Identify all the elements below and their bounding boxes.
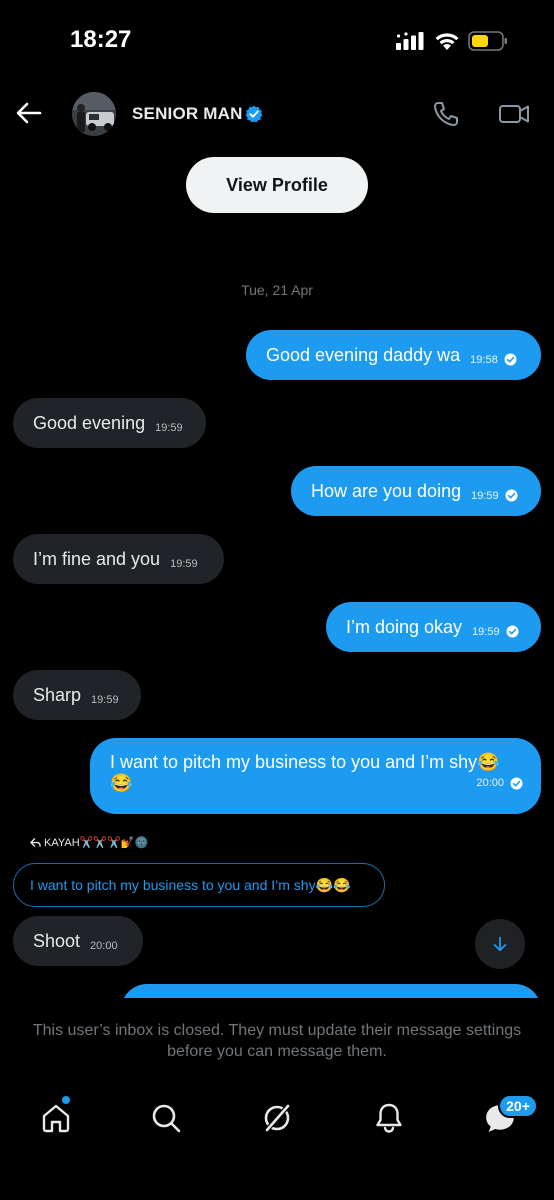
- avatar[interactable]: [72, 92, 116, 136]
- message-time: 20:00: [90, 940, 118, 952]
- bottom-navigation: 20+: [0, 1080, 554, 1200]
- message-bubble-incoming[interactable]: Good evening 19:59: [13, 398, 206, 448]
- conversation-header: SENIOR MAN: [0, 80, 554, 150]
- seen-check-icon: [506, 625, 519, 638]
- reply-author: KAYAH✂️✂️✂️💅🌚: [44, 837, 149, 849]
- message-text: Good evening: [33, 412, 146, 433]
- inbox-closed-notice: This user’s inbox is closed. They must u…: [32, 1022, 522, 1060]
- message-text-continued: 😂: [110, 773, 133, 793]
- arrow-down-icon: [493, 936, 507, 952]
- seen-check-icon: [504, 353, 517, 366]
- message-time: 19:59: [471, 490, 499, 502]
- message-bubble-outgoing[interactable]: I want to pitch my business to you and I…: [90, 738, 541, 814]
- nav-notifications[interactable]: [369, 1098, 409, 1138]
- phone-call-icon[interactable]: [432, 100, 460, 128]
- seen-check-icon: [505, 489, 518, 502]
- message-time: 19:59: [155, 422, 183, 434]
- message-text: I want to pitch my business to you and I…: [110, 752, 500, 772]
- message-time: 19:59: [170, 558, 198, 570]
- message-time: 19:59: [91, 694, 119, 706]
- status-time: 18:27: [70, 26, 132, 53]
- battery-icon: [468, 31, 507, 51]
- nav-home[interactable]: [36, 1098, 76, 1138]
- contact-name[interactable]: SENIOR MAN: [132, 104, 243, 124]
- reply-arrow-icon: [30, 838, 41, 847]
- message-bubble-outgoing[interactable]: Good evening daddy wa 19:58: [246, 330, 541, 380]
- message-text: Good evening daddy wa: [266, 344, 461, 365]
- message-time: 19:59: [472, 626, 500, 638]
- message-bubble-outgoing[interactable]: How are you doing 19:59: [291, 466, 541, 516]
- message-bubble-incoming[interactable]: Sharp 19:59: [13, 670, 141, 720]
- message-text: Sharp: [33, 684, 82, 705]
- messages-badge: 20+: [498, 1094, 538, 1118]
- video-call-icon[interactable]: [498, 100, 530, 128]
- bell-icon: [376, 1103, 402, 1133]
- message-bubble-incoming[interactable]: Shoot 20:00: [13, 916, 143, 966]
- wifi-icon: [435, 33, 459, 50]
- notification-dot: [62, 1096, 70, 1104]
- status-bar: 18:27: [0, 0, 554, 80]
- message-time: 19:58: [470, 354, 498, 366]
- message-text: Shoot: [33, 930, 81, 951]
- message-time: 20:00: [476, 777, 504, 789]
- seen-check-icon: [510, 777, 523, 789]
- grok-icon: [264, 1104, 290, 1133]
- cellular-signal-icon: [396, 32, 424, 50]
- view-profile-button[interactable]: View Profile: [186, 157, 368, 213]
- message-bubble-outgoing[interactable]: I’m doing okay 19:59: [326, 602, 541, 652]
- home-icon: [42, 1104, 70, 1133]
- message-text: I’m fine and you: [33, 548, 161, 569]
- search-icon: [152, 1104, 181, 1133]
- nav-search[interactable]: [146, 1098, 186, 1138]
- message-text: I’m doing okay: [346, 616, 463, 637]
- scroll-to-bottom-button[interactable]: [475, 919, 525, 969]
- nav-grok[interactable]: [257, 1098, 297, 1138]
- avatar-image: [72, 92, 116, 136]
- quoted-message[interactable]: I want to pitch my business to you and I…: [13, 863, 385, 907]
- date-separator: Tue, 21 Apr: [241, 282, 313, 298]
- message-bubble-incoming[interactable]: I’m fine and you 19:59: [13, 534, 224, 584]
- verified-badge-icon: [245, 105, 263, 123]
- reply-indicator: KAYAH✂️✂️✂️💅🌚: [30, 836, 148, 849]
- message-text: How are you doing: [311, 480, 462, 501]
- back-arrow-icon[interactable]: [14, 98, 44, 128]
